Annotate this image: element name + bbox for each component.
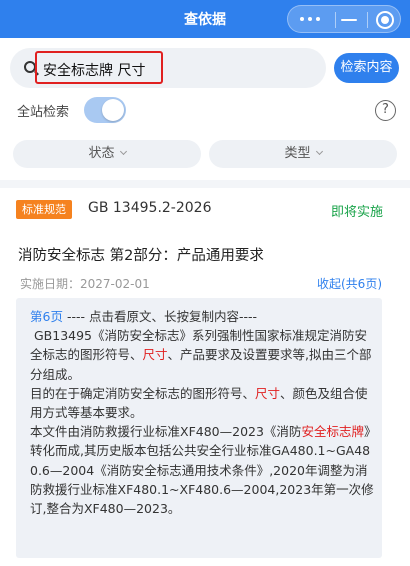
app-header: 查依据 <box>0 0 410 38</box>
status-badge: 即将实施 <box>330 205 383 220</box>
excerpt-panel[interactable]: 第6页 ---- 点击看原文、长按复制内容---- GB13495《消防安全标志… <box>16 298 382 558</box>
excerpt-segment: 本文件由消防救援行业标准XF480—2023《消防 <box>30 424 302 440</box>
mini-program-capsule <box>287 5 401 33</box>
excerpt-highlight: 尺寸 <box>255 385 281 401</box>
implementation-date: 实施日期：2027-02-01 <box>20 277 150 291</box>
close-circle-icon[interactable] <box>376 11 394 29</box>
search-input[interactable]: 安全标志牌 尺寸 <box>10 48 326 88</box>
excerpt-highlight: 尺寸 <box>142 347 168 363</box>
standard-code: GB 13495.2-2026 <box>88 200 212 216</box>
more-icon[interactable] <box>300 13 324 25</box>
standard-title[interactable]: 消防安全标志 第2部分：产品通用要求 <box>18 244 264 265</box>
category-tag: 标准规范 <box>16 200 72 219</box>
search-content-button[interactable]: 检索内容 <box>334 53 399 83</box>
help-icon[interactable]: ? <box>375 100 396 121</box>
capsule-divider <box>335 12 336 28</box>
type-filter-label: 类型 <box>284 146 311 161</box>
chevron-down-icon <box>119 147 127 156</box>
capsule-divider <box>367 12 368 28</box>
search-query-text: 安全标志牌 尺寸 <box>43 63 146 79</box>
page-label[interactable]: 第6页 <box>30 309 63 324</box>
type-filter-dropdown[interactable]: 类型 <box>209 140 397 168</box>
collapse-pages-link[interactable]: 收起(共6页) <box>317 275 382 292</box>
full-site-search-toggle[interactable] <box>84 97 126 123</box>
minimize-icon[interactable] <box>341 19 357 21</box>
excerpt-hint: ---- 点击看原文、长按复制内容---- <box>66 309 257 324</box>
status-filter-dropdown[interactable]: 状态 <box>13 140 201 168</box>
full-site-search-label: 全站检索 <box>17 105 70 120</box>
toggle-knob <box>102 99 124 121</box>
excerpt-segment: 目的在于确定消防安全标志的图形符号、 <box>30 385 256 401</box>
chevron-down-icon <box>315 147 323 156</box>
excerpt-text: 第6页 ---- 点击看原文、长按复制内容---- GB13495《消防安全标志… <box>30 307 376 518</box>
status-filter-label: 状态 <box>88 146 115 161</box>
section-divider <box>0 180 410 188</box>
excerpt-highlight: 安全标志牌 <box>301 424 364 440</box>
